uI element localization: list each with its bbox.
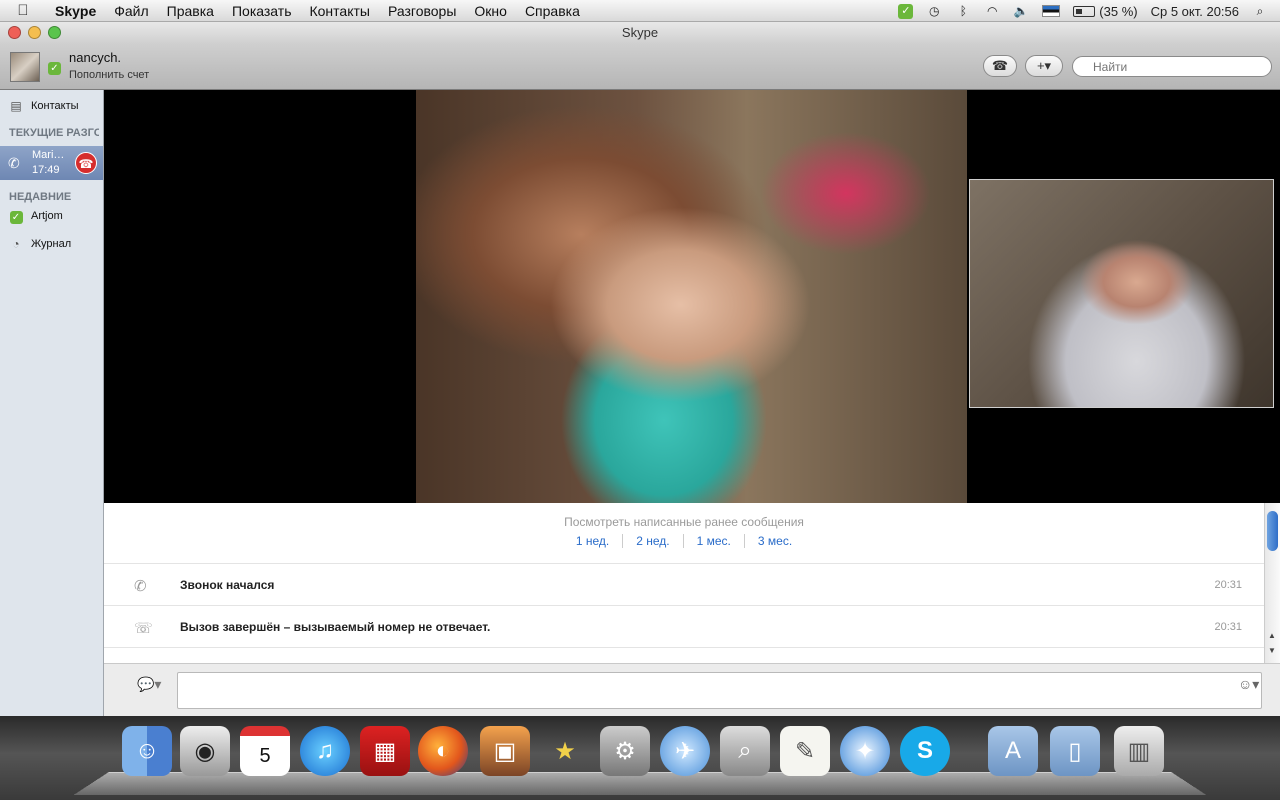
facetime-icon[interactable]: ◉ <box>180 726 230 776</box>
battery-percent: (35 %) <box>1099 3 1138 19</box>
emoticon-icon[interactable]: ☺▾ <box>1238 676 1259 693</box>
menu-view[interactable]: Показать <box>223 3 301 19</box>
history-link-3-months[interactable]: 3 мес. <box>743 534 805 548</box>
minimize-window-button[interactable] <box>28 26 41 39</box>
window-titlebar: Skype <box>0 22 1280 44</box>
skype-icon[interactable]: S <box>900 726 950 776</box>
event-time: 20:31 <box>1214 621 1242 633</box>
volume-icon[interactable]: 🔈 <box>1013 4 1029 18</box>
avatar[interactable] <box>10 52 40 82</box>
firefox-icon[interactable]: ◐ <box>418 726 468 776</box>
safari-icon[interactable]: ✦ <box>840 726 890 776</box>
dialpad-button[interactable]: ☎ <box>983 55 1017 77</box>
current-conversations-header: ТЕКУЩИЕ РАЗГОВОРЫ <box>9 127 99 139</box>
dock: ☺ ◉ 5 ♫ ▦ ◐ ▣ ★ ⚙ ✈ ⌕ ✎ ✦ S A ▯ ▥ <box>0 716 1280 800</box>
event-text: Звонок начался <box>180 578 275 592</box>
skype-status-icon[interactable]: ✓ <box>898 3 914 19</box>
textedit-icon[interactable]: ✎ <box>780 726 830 776</box>
recent-header: НЕДАВНИЕ <box>9 191 72 203</box>
finder-icon[interactable]: ☺ <box>122 726 172 776</box>
add-button[interactable]: +▾ <box>1025 55 1063 77</box>
history-link-2-weeks[interactable]: 2 нед. <box>622 534 682 548</box>
message-input[interactable] <box>177 672 1262 709</box>
scroll-up-arrow-icon[interactable]: ▲ <box>1268 631 1276 640</box>
history-title: Посмотреть написанные ранее сообщения <box>564 515 804 529</box>
phone-call-icon: ✆ <box>8 155 20 171</box>
event-time: 20:31 <box>1214 579 1242 591</box>
bluetooth-icon[interactable]: ᛒ <box>955 4 971 18</box>
online-status-icon[interactable]: ✓ <box>48 59 61 75</box>
address-book-icon: ▤ <box>10 99 22 113</box>
time-machine-icon[interactable]: ◷ <box>926 4 942 18</box>
sidebar-item-label: Artjom <box>31 210 63 222</box>
chat-bubble-icon[interactable]: 💬▾ <box>137 676 161 693</box>
self-video-preview[interactable] <box>969 179 1274 408</box>
calendar-day: 5 <box>259 744 271 767</box>
chat-history: Посмотреть написанные ранее сообщения 1 … <box>104 503 1264 663</box>
input-source-flag-icon[interactable] <box>1042 5 1061 17</box>
chat-scrollbar[interactable]: ▲ ▼ <box>1264 503 1280 663</box>
toolbar: ✓ nancych. Пополнить счет ☎ +▾ ⌕ <box>0 44 1280 90</box>
iphoto-icon[interactable]: ▣ <box>480 726 530 776</box>
top-up-link[interactable]: Пополнить счет <box>69 69 149 81</box>
spotlight-icon[interactable]: ⌕ <box>1252 4 1268 18</box>
menu-conversations[interactable]: Разговоры <box>379 3 465 19</box>
call-started-icon: ✆ <box>134 578 147 595</box>
history-link-1-week[interactable]: 1 нед. <box>563 534 622 548</box>
online-status-icon: ✓ <box>9 209 23 224</box>
search-input[interactable] <box>1072 56 1272 77</box>
apple-menu-icon[interactable]:  <box>0 2 46 19</box>
documents-folder-icon[interactable]: ▯ <box>1050 726 1100 776</box>
sidebar-item-contacts[interactable]: ▤ Контакты <box>0 94 104 118</box>
trash-icon[interactable]: ▥ <box>1114 726 1164 776</box>
scroll-down-arrow-icon[interactable]: ▼ <box>1268 646 1276 655</box>
menu-skype[interactable]: Skype <box>46 3 105 19</box>
menu-edit[interactable]: Правка <box>158 3 223 19</box>
sidebar-item-active-call[interactable]: ✆ Mari… 17:49 ☎ <box>0 146 103 180</box>
imovie-icon[interactable]: ★ <box>540 726 590 776</box>
wifi-icon[interactable]: ◠ <box>984 4 1000 18</box>
menu-contacts[interactable]: Контакты <box>300 3 378 19</box>
sidebar-item-artjom[interactable]: ✓ Artjom <box>0 204 104 228</box>
event-text: Вызов завершён – вызываемый номер не отв… <box>180 620 491 634</box>
photo-booth-icon[interactable]: ▦ <box>360 726 410 776</box>
call-duration: 17:49 <box>32 164 60 176</box>
preview-icon[interactable]: ⌕ <box>720 726 770 776</box>
list-item: ☏ Вызов завершён – вызываемый номер не о… <box>104 605 1264 647</box>
list-item: ✆ Звонок начался 20:31 <box>104 563 1264 605</box>
clock-icon: ◔ <box>12 237 20 251</box>
menu-bar:  Skype Файл Правка Показать Контакты Ра… <box>0 0 1280 22</box>
itunes-icon[interactable]: ♫ <box>300 726 350 776</box>
history-range-links: 1 нед. 2 нед. 1 мес. 3 мес. <box>104 534 1264 548</box>
sidebar-item-history[interactable]: ◔ Журнал <box>0 232 104 256</box>
list-item <box>104 647 1264 663</box>
video-call-area[interactable] <box>104 90 1280 503</box>
call-ended-icon: ☏ <box>134 620 153 637</box>
applications-folder-icon[interactable]: A <box>988 726 1038 776</box>
history-link-1-month[interactable]: 1 мес. <box>682 534 744 548</box>
system-preferences-icon[interactable]: ⚙ <box>600 726 650 776</box>
remote-video-feed <box>416 90 967 503</box>
battery-icon[interactable] <box>1073 5 1096 17</box>
close-window-button[interactable] <box>8 26 21 39</box>
sidebar: ▤ Контакты ТЕКУЩИЕ РАЗГОВОРЫ ✆ Mari… 17:… <box>0 90 104 716</box>
message-composer: 💬▾ ☺▾ <box>104 663 1280 716</box>
menu-help[interactable]: Справка <box>516 3 589 19</box>
calendar-icon[interactable]: 5 <box>240 726 290 776</box>
menu-file[interactable]: Файл <box>105 3 157 19</box>
call-contact-name: Mari… <box>32 149 65 161</box>
clock[interactable]: Ср 5 окт. 20:56 <box>1151 4 1239 19</box>
menu-window[interactable]: Окно <box>465 3 516 19</box>
username[interactable]: nancych. <box>69 50 121 65</box>
scrollbar-thumb[interactable] <box>1267 511 1278 551</box>
mail-icon[interactable]: ✈ <box>660 726 710 776</box>
sidebar-item-label: Журнал <box>31 238 72 250</box>
hang-up-button[interactable]: ☎ <box>75 152 97 174</box>
window-title: Skype <box>621 25 659 40</box>
sidebar-item-label: Контакты <box>31 100 79 112</box>
zoom-window-button[interactable] <box>48 26 61 39</box>
